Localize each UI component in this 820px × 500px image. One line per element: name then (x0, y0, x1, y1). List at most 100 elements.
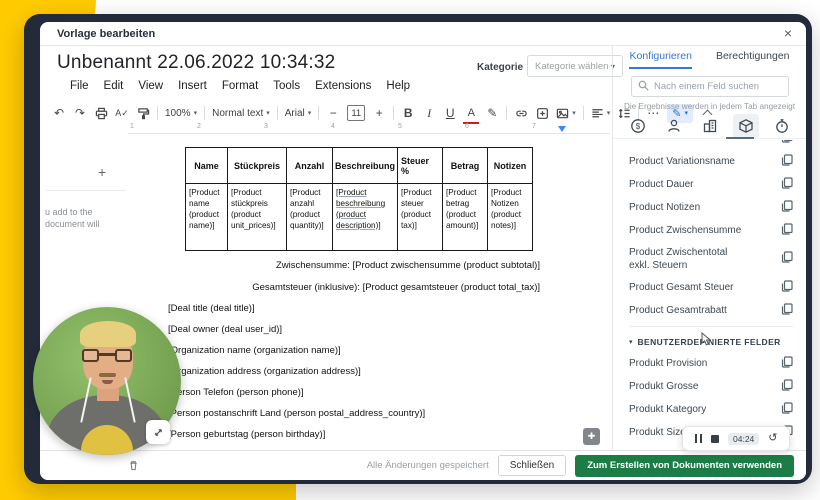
paragraph-style-select[interactable]: Normal text▾ (212, 108, 270, 119)
copy-icon[interactable] (781, 279, 793, 297)
deal-money-icon[interactable]: $ (625, 114, 651, 138)
table-cell[interactable]: [Product steuer (product tax)] (398, 184, 443, 251)
highlighter-icon[interactable]: ✎ (485, 104, 499, 122)
copy-icon[interactable] (781, 401, 793, 419)
doc-line[interactable]: [Person geburtstag (person birthday)] (168, 424, 425, 445)
add-field-button[interactable]: + (98, 164, 106, 180)
menu-edit[interactable]: Edit (104, 80, 124, 92)
copy-icon[interactable] (781, 250, 793, 268)
list-item-clipped[interactable] (629, 140, 793, 150)
organization-icon[interactable] (697, 114, 723, 138)
table-cell[interactable]: [Product stückpreis (product unit_prices… (228, 184, 287, 251)
field-category-tabs: $ (625, 114, 795, 138)
table-cell[interactable]: [Product Notizen (product notes)] (488, 184, 533, 251)
copy-icon[interactable] (781, 378, 793, 396)
bold-icon[interactable]: B (401, 104, 415, 122)
spellcheck-icon[interactable]: A✓ (115, 104, 129, 122)
mouse-cursor-icon (701, 332, 714, 352)
list-item[interactable]: Product Gesamtrabatt (629, 299, 793, 322)
table-header[interactable]: Betrag (443, 148, 488, 184)
document-title[interactable]: Unbenannt 22.06.2022 10:34:32 (57, 52, 335, 74)
tab-berechtigungen[interactable]: Berechtigungen (716, 50, 790, 69)
explore-button[interactable]: ✚ (583, 428, 600, 445)
align-icon[interactable]: ▾ (591, 107, 611, 120)
increase-font-icon[interactable]: + (372, 104, 386, 122)
table-header[interactable]: Steuer % (398, 148, 443, 184)
copy-icon[interactable] (781, 153, 793, 171)
menu-tools[interactable]: Tools (273, 80, 300, 92)
document-body[interactable]: [Deal title (deal title)] [Deal owner (d… (168, 298, 425, 445)
products-table[interactable]: Name Stückpreis Anzahl Beschreibung Steu… (185, 147, 533, 251)
close-button[interactable]: Schließen (498, 455, 566, 476)
restart-icon[interactable]: ↺ (768, 433, 777, 444)
use-for-documents-button[interactable]: Zum Erstellen von Dokumenten verwenden (575, 455, 794, 477)
paint-format-icon[interactable] (136, 104, 150, 122)
pause-icon[interactable] (695, 434, 703, 443)
copy-icon[interactable] (781, 199, 793, 217)
footer-tool-icon[interactable] (128, 460, 139, 471)
print-icon[interactable] (94, 104, 108, 122)
list-item[interactable]: Product Zwischentotal exkl. Steuern (629, 242, 793, 276)
person-icon[interactable] (661, 114, 687, 138)
table-header[interactable]: Name (186, 148, 228, 184)
list-item[interactable]: Produkt Kategory (629, 398, 793, 421)
menu-insert[interactable]: Insert (178, 80, 207, 92)
doc-line[interactable]: [Deal owner (deal user_id)] (168, 319, 425, 340)
list-item[interactable]: Produkt Grosse (629, 375, 793, 398)
close-icon[interactable]: × (784, 25, 792, 41)
copy-icon[interactable] (781, 302, 793, 320)
table-header[interactable]: Beschreibung (333, 148, 398, 184)
table-cell[interactable]: [Product name (product name)] (186, 184, 228, 251)
list-item[interactable]: Product Variationsname (629, 150, 793, 173)
product-icon[interactable] (733, 114, 759, 138)
totals-block[interactable]: Zwischensumme: [Product zwischensumme (p… (185, 255, 540, 299)
list-item[interactable]: Produkt Provision (629, 352, 793, 375)
decrease-font-icon[interactable]: − (326, 104, 340, 122)
copy-icon[interactable] (781, 176, 793, 194)
subtotal-line[interactable]: Zwischensumme: [Product zwischensumme (p… (185, 255, 540, 277)
category-select[interactable]: Kategorie wählen ▾ (527, 55, 623, 77)
undo-icon[interactable]: ↶ (52, 104, 66, 122)
text-color-icon[interactable]: A (464, 104, 478, 122)
copy-icon[interactable] (781, 140, 793, 148)
doc-line[interactable]: [Organization address (organization addr… (168, 361, 425, 382)
zoom-select[interactable]: 100%▾ (165, 108, 197, 119)
menu-extensions[interactable]: Extensions (315, 80, 371, 92)
menu-help[interactable]: Help (386, 80, 410, 92)
menu-file[interactable]: File (70, 80, 89, 92)
doc-line[interactable]: [Deal title (deal title)] (168, 298, 425, 319)
menu-view[interactable]: View (138, 80, 163, 92)
menu-format[interactable]: Format (222, 80, 258, 92)
insert-image-icon[interactable]: ▾ (556, 107, 576, 120)
link-icon[interactable] (514, 104, 528, 122)
table-header[interactable]: Notizen (488, 148, 533, 184)
stop-icon[interactable] (711, 435, 719, 443)
table-cell[interactable]: [Product beschreibung (product descripti… (333, 184, 398, 251)
table-header[interactable]: Stückpreis (228, 148, 287, 184)
font-size-field[interactable]: 11 (347, 105, 365, 121)
doc-line[interactable]: [Person postanschrift Land (person posta… (168, 403, 425, 424)
table-cell[interactable]: [Product betrag (product amount)] (443, 184, 488, 251)
insert-comment-icon[interactable] (535, 104, 549, 122)
font-select[interactable]: Arial▾ (285, 108, 312, 119)
italic-icon[interactable]: I (422, 104, 436, 122)
doc-line[interactable]: [Person Telefon (person phone)] (168, 382, 425, 403)
expand-video-button[interactable] (146, 420, 170, 444)
field-search[interactable] (631, 76, 789, 97)
list-item[interactable]: Product Zwischensumme (629, 219, 793, 242)
underline-icon[interactable]: U (443, 104, 457, 122)
table-cell[interactable]: [Product anzahl (product quantity)] (287, 184, 333, 251)
activity-icon[interactable] (769, 114, 795, 138)
indent-marker[interactable] (558, 126, 566, 132)
search-input[interactable] (654, 81, 774, 92)
copy-icon[interactable] (781, 355, 793, 373)
table-header[interactable]: Anzahl (287, 148, 333, 184)
redo-icon[interactable]: ↷ (73, 104, 87, 122)
list-item[interactable]: Product Dauer (629, 173, 793, 196)
tab-konfigurieren[interactable]: Konfigurieren (629, 50, 691, 69)
total-tax-line[interactable]: Gesamtsteuer (inklusive): [Product gesam… (185, 277, 540, 299)
doc-line[interactable]: [Organization name (organization name)] (168, 340, 425, 361)
copy-icon[interactable] (781, 222, 793, 240)
list-item[interactable]: Product Notizen (629, 196, 793, 219)
list-item[interactable]: Product Gesamt Steuer (629, 276, 793, 299)
